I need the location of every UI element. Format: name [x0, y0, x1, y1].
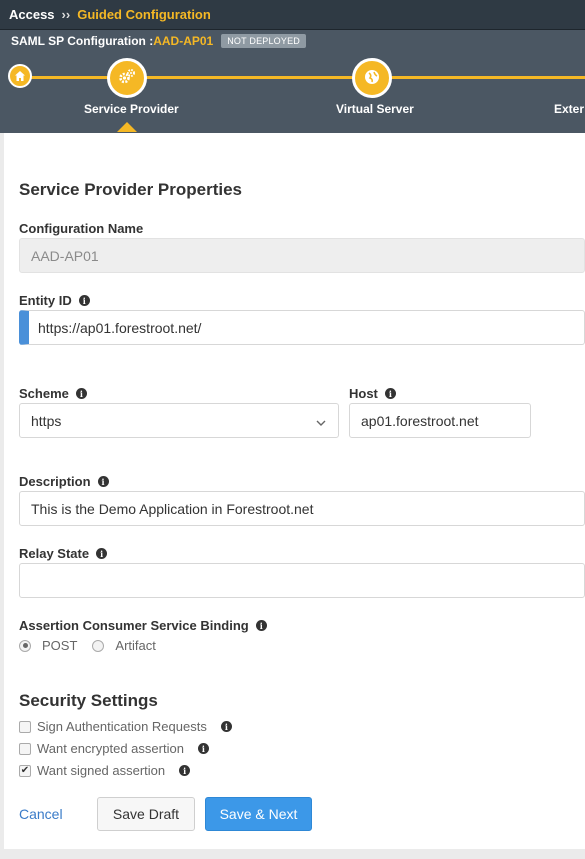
info-icon[interactable]: i — [97, 476, 109, 487]
save-next-button[interactable]: Save & Next — [205, 797, 312, 831]
progress-track — [14, 76, 585, 79]
config-name-field: AAD-AP01 — [19, 238, 585, 273]
info-icon[interactable]: i — [179, 765, 191, 776]
host-value: ap01.forestroot.net — [361, 412, 479, 429]
relay-state-input[interactable] — [19, 563, 585, 598]
active-step-caret — [117, 122, 137, 132]
info-icon[interactable]: i — [255, 620, 267, 631]
binding-label-text: Assertion Consumer Service Binding — [19, 618, 249, 633]
checkbox-want-encrypted[interactable] — [19, 742, 31, 755]
host-label: Host i — [349, 386, 396, 401]
info-icon[interactable]: i — [75, 388, 87, 399]
config-name: AAD-AP01 — [153, 34, 214, 48]
relay-state-label: Relay State i — [19, 546, 108, 561]
description-label: Description i — [19, 474, 109, 489]
security-title: Security Settings — [19, 691, 158, 710]
scheme-label-text: Scheme — [19, 386, 69, 401]
radio-artifact-label[interactable]: Artifact — [115, 638, 155, 653]
config-name-label: Configuration Name — [19, 221, 143, 236]
host-label-text: Host — [349, 386, 378, 401]
config-name-label-text: Configuration Name — [19, 221, 144, 236]
description-value: This is the Demo Application in Forestro… — [31, 500, 314, 517]
step-virtual-server[interactable] — [352, 58, 392, 98]
security-option[interactable]: Sign Authentication Requests i — [19, 719, 232, 734]
gears-icon — [117, 67, 137, 90]
checkbox-label[interactable]: Sign Authentication Requests — [37, 719, 207, 734]
config-name-value: AAD-AP01 — [31, 247, 99, 264]
radio-artifact[interactable] — [92, 639, 105, 652]
chevron-down-icon — [316, 413, 326, 429]
info-icon[interactable]: i — [96, 548, 108, 559]
section-title: Service Provider Properties — [19, 180, 243, 199]
checkbox-label[interactable]: Want signed assertion — [37, 763, 165, 778]
cancel-button[interactable]: Cancel — [19, 797, 69, 831]
save-draft-button[interactable]: Save Draft — [97, 797, 195, 831]
relay-state-label-text: Relay State — [19, 546, 90, 561]
description-label-text: Description — [19, 474, 91, 489]
info-icon[interactable]: i — [197, 743, 209, 754]
step-service-provider[interactable] — [107, 58, 147, 98]
breadcrumb-separator: ›› — [61, 7, 71, 22]
checkbox-sign-auth[interactable] — [19, 720, 31, 733]
home-icon[interactable] — [8, 64, 32, 88]
page-title: SAML SP Configuration : AAD-AP01 NOT DEP… — [11, 34, 306, 48]
entity-id-value: https://ap01.forestroot.net/ — [38, 319, 202, 336]
scheme-select[interactable]: https — [19, 403, 339, 438]
security-option[interactable]: ✔ Want signed assertion i — [19, 763, 191, 778]
step-label-service-provider[interactable]: Service Provider — [84, 102, 179, 116]
security-option[interactable]: Want encrypted assertion i — [19, 741, 209, 756]
breadcrumb: Access ›› Guided Configuration — [0, 0, 585, 30]
checkbox-want-signed[interactable]: ✔ — [19, 764, 31, 777]
radio-post[interactable] — [19, 639, 31, 652]
host-input[interactable]: ap01.forestroot.net — [349, 403, 531, 438]
entity-id-input[interactable]: https://ap01.forestroot.net/ — [19, 310, 585, 345]
step-label-virtual-server[interactable]: Virtual Server — [336, 102, 414, 116]
scheme-label: Scheme i — [19, 386, 87, 401]
entity-id-label-text: Entity ID — [19, 293, 72, 308]
wizard-header: SAML SP Configuration : AAD-AP01 NOT DEP… — [0, 30, 585, 133]
binding-label: Assertion Consumer Service Binding i — [19, 618, 267, 633]
description-input[interactable]: This is the Demo Application in Forestro… — [19, 491, 585, 526]
radio-post-label[interactable]: POST — [42, 638, 77, 653]
checkbox-label[interactable]: Want encrypted assertion — [37, 741, 184, 756]
step-label-external[interactable]: Exter — [554, 102, 584, 116]
info-icon[interactable]: i — [78, 295, 90, 306]
entity-id-label: Entity ID i — [19, 293, 90, 308]
breadcrumb-current[interactable]: Guided Configuration — [77, 7, 211, 22]
globe-icon — [364, 69, 380, 88]
title-prefix: SAML SP Configuration : — [11, 34, 154, 48]
scheme-value: https — [31, 412, 62, 429]
binding-radio-group: POST Artifact — [19, 638, 156, 653]
status-badge: NOT DEPLOYED — [221, 34, 306, 48]
info-icon[interactable]: i — [384, 388, 396, 399]
breadcrumb-root[interactable]: Access — [9, 7, 55, 22]
info-icon[interactable]: i — [220, 721, 232, 732]
